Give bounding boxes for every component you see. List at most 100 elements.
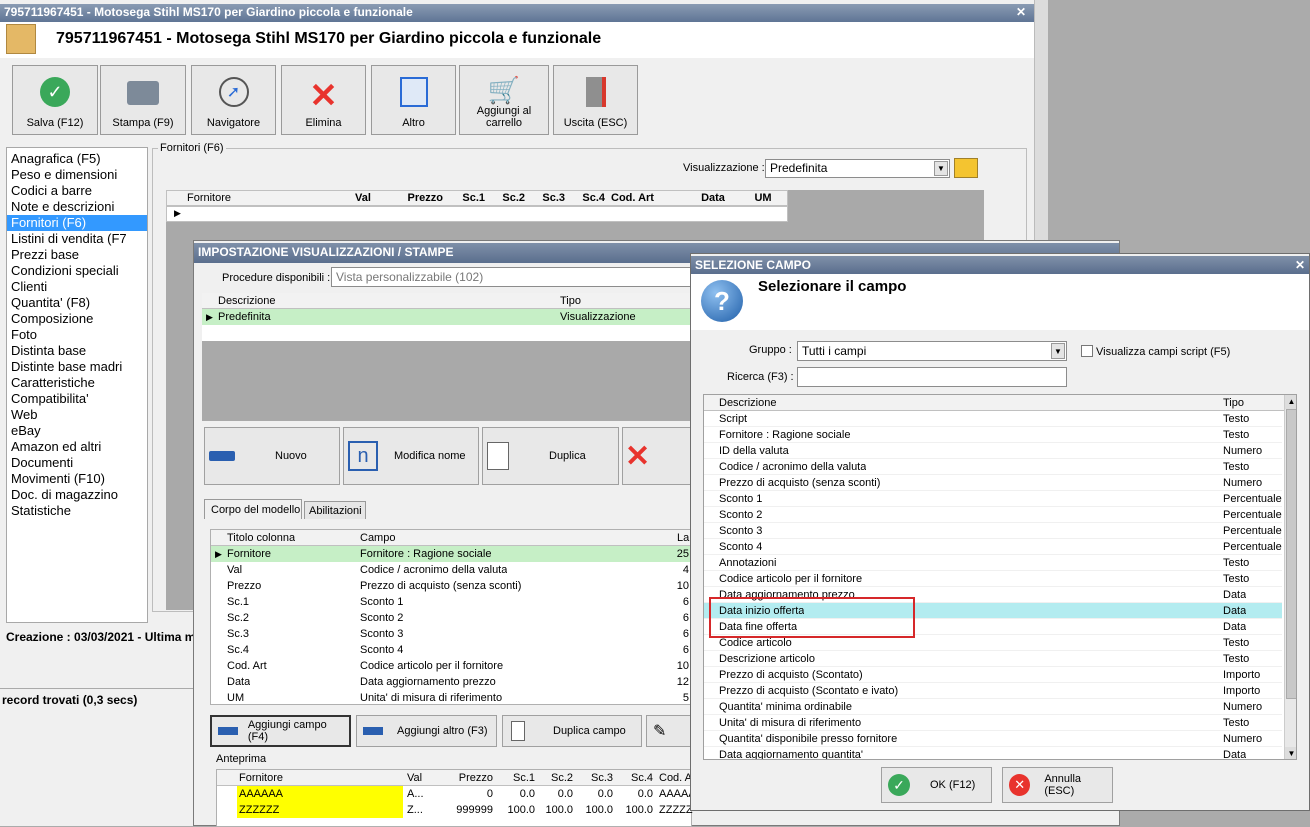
sidebar-item[interactable]: Quantita' (F8) xyxy=(11,295,147,311)
views-row[interactable]: ▶ Predefinita Visualizzazione xyxy=(202,309,692,325)
sidebar-item[interactable]: Fornitori (F6) xyxy=(7,215,147,231)
field-list-row[interactable]: Sconto 4 Percentuale xyxy=(704,539,1282,555)
duplicate-field-button[interactable]: Duplica campo xyxy=(502,715,642,747)
add-other-label: Aggiungi altro (F3) xyxy=(397,725,488,737)
print-button[interactable]: Stampa (F9) xyxy=(100,65,186,135)
columns-grid-row[interactable]: Prezzo Prezzo di acquisto (senza sconti) 1… xyxy=(211,578,691,594)
columns-grid-row[interactable]: Cod. Art Codice articolo per il fornitore… xyxy=(211,658,691,674)
sidebar-item[interactable]: Doc. di magazzino xyxy=(11,487,147,503)
add-other-button[interactable]: Aggiungi altro (F3) xyxy=(356,715,497,747)
field-list-row[interactable]: Codice / acronimo della valuta Testo xyxy=(704,459,1282,475)
edit-field-button[interactable]: ✎ xyxy=(646,715,692,747)
rename-button[interactable]: n Modifica nome xyxy=(343,427,479,485)
close-icon[interactable]: ✕ xyxy=(1295,256,1305,274)
columns-grid-row[interactable]: Sc.4 Sconto 4 6 xyxy=(211,642,691,658)
chevron-down-icon[interactable]: ▼ xyxy=(934,161,948,176)
field-list-row[interactable]: Quantita' disponibile presso fornitore Nu… xyxy=(704,731,1282,747)
field-list-row[interactable]: Annotazioni Testo xyxy=(704,555,1282,571)
chevron-down-icon[interactable]: ▼ xyxy=(1051,343,1065,359)
tab-corpo[interactable]: Corpo del modello xyxy=(204,499,302,519)
field-list-row[interactable]: Unita' di misura di riferimento Testo xyxy=(704,715,1282,731)
new-button[interactable]: Nuovo xyxy=(204,427,340,485)
sidebar-item[interactable]: Amazon ed altri xyxy=(11,439,147,455)
sidebar-item[interactable]: Anagrafica (F5) xyxy=(11,151,147,167)
preview-row[interactable]: ZZZZZZ Z... 999999 100.0 100.0 100.0 100.0 ZZZZ… xyxy=(217,802,693,818)
columns-grid-row[interactable]: Sc.3 Sconto 3 6 xyxy=(211,626,691,642)
procedure-field[interactable]: Vista personalizzabile (102) xyxy=(331,267,691,287)
main-titlebar: 795711967451 - Motosega Stihl MS170 per … xyxy=(0,4,1034,22)
views-empty-row[interactable] xyxy=(202,325,692,341)
delete-button[interactable]: ✕ Elimina xyxy=(281,65,366,135)
save-button[interactable]: ✓ Salva (F12) xyxy=(12,65,98,135)
tab-abilitazioni[interactable]: Abilitazioni xyxy=(304,501,366,519)
sidebar-item[interactable]: Documenti xyxy=(11,455,147,471)
group-label: Gruppo : xyxy=(749,344,792,356)
columns-grid-row[interactable]: Sc.2 Sconto 2 6 xyxy=(211,610,691,626)
navigator-button[interactable]: ➚ Navigatore xyxy=(191,65,276,135)
sidebar-item[interactable]: Listini di vendita (F7 xyxy=(11,231,147,247)
view-select[interactable]: Predefinita ▼ xyxy=(765,159,950,178)
sidebar-item[interactable]: Compatibilita' xyxy=(11,391,147,407)
sidebar-item[interactable]: Codici a barre xyxy=(11,183,147,199)
delete-view-button[interactable]: ✕ xyxy=(622,427,692,485)
field-list-row[interactable]: Descrizione articolo Testo xyxy=(704,651,1282,667)
field-list-row[interactable]: Sconto 2 Percentuale xyxy=(704,507,1282,523)
close-icon[interactable]: ✕ xyxy=(1016,4,1026,21)
field-list-row[interactable]: ID della valuta Numero xyxy=(704,443,1282,459)
sidebar-item[interactable]: Prezzi base xyxy=(11,247,147,263)
add-field-button[interactable]: Aggiungi campo (F4) xyxy=(210,715,351,747)
columns-grid-row[interactable]: Sc.1 Sconto 1 6 xyxy=(211,594,691,610)
cancel-button[interactable]: ✕ Annulla (ESC) xyxy=(1002,767,1113,803)
sidebar-item[interactable]: Peso e dimensioni xyxy=(11,167,147,183)
field-list-row[interactable]: Codice articolo per il fornitore Testo xyxy=(704,571,1282,587)
field-list-row[interactable]: Prezzo di acquisto (Scontato e ivato) Imp… xyxy=(704,683,1282,699)
field-list-row[interactable]: Script Testo xyxy=(704,411,1282,427)
sidebar-item[interactable]: Note e descrizioni xyxy=(11,199,147,215)
columns-grid-row[interactable]: UM Unita' di misura di riferimento 5 xyxy=(211,690,691,706)
sidebar-item[interactable]: Composizione xyxy=(11,311,147,327)
field-list-row[interactable]: Sconto 3 Percentuale xyxy=(704,523,1282,539)
folder-icon[interactable] xyxy=(954,158,978,178)
preview-row[interactable]: AAAAAA A... 0 0.0 0.0 0.0 0.0 AAAAA xyxy=(217,786,696,802)
sidebar-item[interactable]: Distinta base xyxy=(11,343,147,359)
search-input[interactable] xyxy=(797,367,1067,387)
sidebar-item[interactable]: Condizioni speciali xyxy=(11,263,147,279)
field-list-row[interactable]: Data aggiornamento quantita' Data xyxy=(704,747,1282,759)
scroll-thumb[interactable] xyxy=(1286,409,1296,699)
preview-label: Anteprima xyxy=(216,753,267,765)
field-type: Data xyxy=(1223,605,1247,617)
sidebar-item[interactable]: Web xyxy=(11,407,147,423)
question-icon: ? xyxy=(701,280,743,322)
field-type: Testo xyxy=(1223,637,1250,649)
exit-button[interactable]: Uscita (ESC) xyxy=(553,65,638,135)
scroll-up-icon[interactable]: ▲ xyxy=(1285,395,1296,409)
columns-grid-row[interactable]: Data Data aggiornamento prezzo 12 xyxy=(211,674,691,690)
sidebar-item[interactable]: Foto xyxy=(11,327,147,343)
ok-button[interactable]: ✓ OK (F12) xyxy=(881,767,992,803)
sidebar-item[interactable]: Movimenti (F10) xyxy=(11,471,147,487)
field-list-row[interactable]: Prezzo di acquisto (senza sconti) Numero xyxy=(704,475,1282,491)
field-type: Numero xyxy=(1223,701,1263,713)
field-list-row[interactable]: Prezzo di acquisto (Scontato) Importo xyxy=(704,667,1282,683)
suppliers-grid-row[interactable]: ▶ xyxy=(166,206,788,222)
sidebar-item[interactable]: Distinte base madri xyxy=(11,359,147,375)
sidebar-item[interactable]: Statistiche xyxy=(11,503,147,519)
sidebar-item[interactable]: eBay xyxy=(11,423,147,439)
columns-grid-row[interactable]: ▶ Fornitore Fornitore : Ragione sociale 25 xyxy=(211,546,691,562)
grid-col-header: Sc.3 xyxy=(542,192,565,204)
header: 795711967451 - Motosega Stihl MS170 per … xyxy=(0,22,1034,58)
field-list-row[interactable]: Sconto 1 Percentuale xyxy=(704,491,1282,507)
other-button[interactable]: Altro xyxy=(371,65,456,135)
field-list-row[interactable]: Fornitore : Ragione sociale Testo xyxy=(704,427,1282,443)
sidebar-item[interactable]: Caratteristiche xyxy=(11,375,147,391)
script-checkbox[interactable] xyxy=(1081,345,1093,357)
fields-scrollbar[interactable]: ▲ ▼ xyxy=(1284,395,1296,759)
sidebar-item[interactable]: Clienti xyxy=(11,279,147,295)
add-to-cart-button[interactable]: 🛒 Aggiungi al carrello xyxy=(459,65,549,135)
duplicate-button[interactable]: Duplica xyxy=(482,427,619,485)
field-list-row[interactable]: Quantita' minima ordinabile Numero xyxy=(704,699,1282,715)
columns-grid-row[interactable]: Val Codice / acronimo della valuta 4 xyxy=(211,562,691,578)
group-select[interactable]: Tutti i campi ▼ xyxy=(797,341,1067,361)
field-type: Testo xyxy=(1223,653,1250,665)
scroll-down-icon[interactable]: ▼ xyxy=(1285,747,1296,759)
